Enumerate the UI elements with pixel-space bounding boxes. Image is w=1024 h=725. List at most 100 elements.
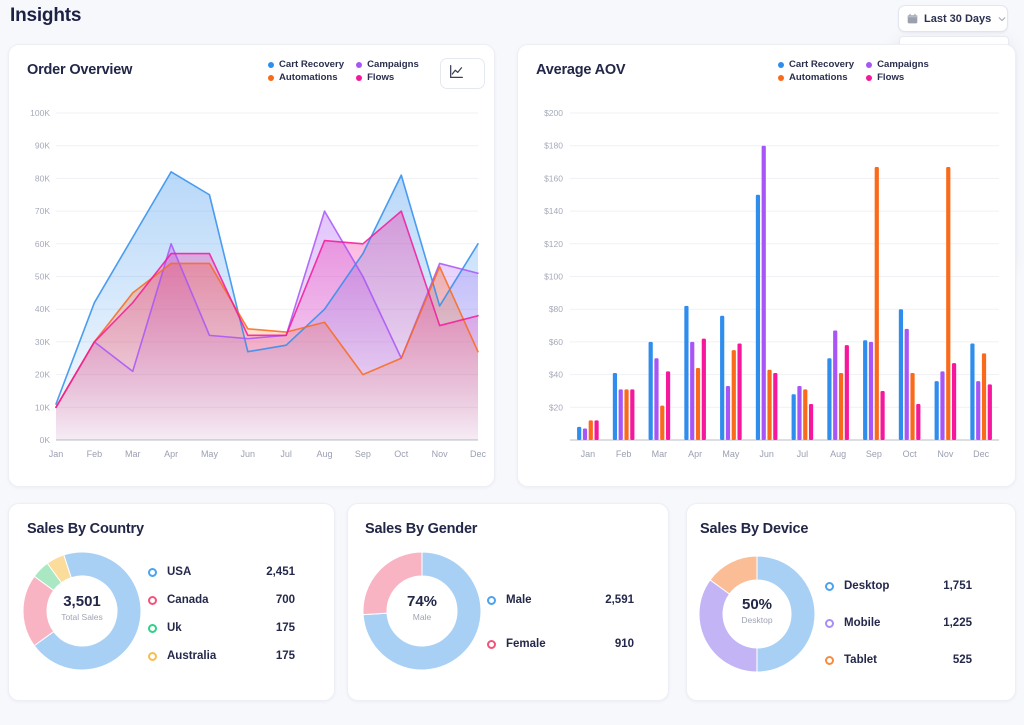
- country-value-usa: 2,451: [266, 566, 295, 578]
- order-overview-chart: 0K 10K 20K 30K 40K 50K 60K 70K 80K 90K 100K Jan Feb M…: [22, 105, 486, 470]
- average-aov-title: Average AOV: [536, 62, 626, 78]
- insights-page: Insights Last 30 Days Today Yesterday: [0, 0, 1024, 725]
- sales-by-gender-title: Sales By Gender: [365, 521, 478, 537]
- legend-item-campaigns-aov[interactable]: Campaigns: [866, 59, 929, 70]
- svg-text:May: May: [722, 449, 740, 459]
- svg-text:80K: 80K: [35, 173, 50, 183]
- device-center-value: 50%: [741, 596, 773, 613]
- legend-item-cart-recovery-aov[interactable]: Cart Recovery: [778, 59, 854, 70]
- device-value-tablet: 525: [952, 654, 972, 666]
- country-label-uk: Uk: [167, 622, 182, 634]
- svg-text:$160: $160: [544, 173, 563, 183]
- average-aov-chart: $20 $40 $60 $80 $100 $120 $140 $160 $180 $200 Jan F…: [530, 105, 1005, 470]
- sales-by-gender-donut: 74% Male: [362, 551, 482, 671]
- country-row-uk[interactable]: Uk 175: [148, 614, 295, 642]
- svg-text:$80: $80: [549, 304, 563, 314]
- sales-by-gender-legend: Male 2,591 Female 910: [487, 586, 634, 658]
- svg-text:20K: 20K: [35, 370, 50, 380]
- svg-text:Feb: Feb: [616, 449, 632, 459]
- device-center-label: Desktop: [741, 615, 773, 625]
- chevron-down-icon: [466, 65, 476, 83]
- svg-text:$180: $180: [544, 141, 563, 151]
- svg-text:30K: 30K: [35, 337, 50, 347]
- date-range-value: Last 30 Days: [924, 12, 992, 25]
- country-row-canada[interactable]: Canada 700: [148, 586, 295, 614]
- device-dot-tablet: [825, 655, 834, 665]
- svg-text:Jan: Jan: [581, 449, 596, 459]
- legend-label-campaigns: Campaigns: [367, 59, 419, 70]
- device-label-tablet: Tablet: [844, 654, 878, 666]
- legend-dot-campaigns: [356, 61, 363, 68]
- legend-item-cart-recovery[interactable]: Cart Recovery: [268, 59, 344, 70]
- legend-label-campaigns: Campaigns: [877, 59, 929, 70]
- svg-text:Aug: Aug: [317, 449, 333, 459]
- svg-text:Jun: Jun: [241, 449, 256, 459]
- legend-item-automations-aov[interactable]: Automations: [778, 72, 854, 83]
- legend-item-flows-aov[interactable]: Flows: [866, 72, 929, 83]
- sales-by-country-title: Sales By Country: [27, 521, 144, 537]
- country-row-usa[interactable]: USA 2,451: [148, 558, 295, 586]
- legend-label-cart-recovery: Cart Recovery: [279, 59, 345, 70]
- svg-text:Jul: Jul: [280, 449, 292, 459]
- country-value-canada: 700: [275, 594, 295, 606]
- device-row-desktop[interactable]: Desktop 1,751: [825, 572, 972, 600]
- device-row-tablet[interactable]: Tablet 525: [825, 646, 972, 674]
- svg-text:Sep: Sep: [355, 449, 371, 459]
- legend-item-automations[interactable]: Automations: [268, 72, 344, 83]
- legend-dot-campaigns: [866, 61, 873, 68]
- legend-label-automations: Automations: [789, 72, 848, 83]
- top-bar: Insights: [0, 0, 1024, 38]
- sales-by-device-title: Sales By Device: [700, 521, 809, 537]
- svg-text:40K: 40K: [35, 304, 50, 314]
- date-range-picker[interactable]: Last 30 Days Today Yesterday Last 7 Days…: [898, 5, 1009, 264]
- legend-item-campaigns[interactable]: Campaigns: [356, 59, 419, 70]
- gender-row-male[interactable]: Male 2,591: [487, 586, 634, 614]
- device-label-mobile: Mobile: [844, 617, 881, 629]
- svg-text:Feb: Feb: [87, 449, 103, 459]
- country-center-value: 3,501: [63, 593, 101, 610]
- device-dot-mobile: [825, 618, 834, 628]
- country-dot-uk: [148, 623, 157, 633]
- country-dot-usa: [148, 567, 157, 577]
- svg-text:Nov: Nov: [937, 449, 954, 459]
- gender-row-female[interactable]: Female 910: [487, 630, 634, 658]
- legend-dot-automations: [268, 74, 274, 81]
- country-row-australia[interactable]: Australia 175: [148, 642, 295, 670]
- gender-label-female: Female: [506, 638, 546, 650]
- legend-item-flows[interactable]: Flows: [356, 72, 419, 83]
- svg-text:Mar: Mar: [125, 449, 141, 459]
- country-value-uk: 175: [275, 622, 295, 634]
- svg-text:Jan: Jan: [49, 449, 64, 459]
- svg-text:Apr: Apr: [164, 449, 178, 459]
- country-dot-australia: [148, 651, 157, 661]
- legend-label-flows: Flows: [877, 72, 905, 83]
- legend-label-flows: Flows: [367, 72, 395, 83]
- gender-value-female: 910: [614, 638, 634, 650]
- device-row-mobile[interactable]: Mobile 1,225: [825, 609, 972, 637]
- svg-text:Nov: Nov: [432, 449, 449, 459]
- gender-label-male: Male: [506, 594, 532, 606]
- svg-text:$140: $140: [544, 206, 563, 216]
- device-value-mobile: 1,225: [943, 617, 972, 629]
- svg-text:Dec: Dec: [470, 449, 487, 459]
- country-label-australia: Australia: [167, 650, 217, 662]
- svg-text:Dec: Dec: [973, 449, 990, 459]
- svg-text:Oct: Oct: [394, 449, 409, 459]
- date-range-trigger[interactable]: Last 30 Days: [898, 5, 1008, 32]
- svg-text:10K: 10K: [35, 402, 50, 412]
- legend-dot-cart-recovery: [778, 61, 784, 68]
- gender-value-male: 2,591: [605, 594, 634, 606]
- gender-center-value: 74%: [406, 593, 438, 610]
- svg-text:$20: $20: [549, 402, 563, 412]
- chart-type-selector[interactable]: [440, 58, 485, 89]
- page-title: Insights: [10, 5, 82, 26]
- legend-dot-cart-recovery: [268, 61, 274, 68]
- svg-text:Jul: Jul: [797, 449, 809, 459]
- line-chart-icon: [449, 64, 464, 84]
- svg-text:70K: 70K: [35, 206, 50, 216]
- legend-dot-flows: [866, 74, 873, 81]
- gender-center-label: Male: [412, 612, 432, 622]
- svg-text:50K: 50K: [35, 272, 50, 282]
- sales-by-country-legend: USA 2,451 Canada 700 Uk 175 Australia 17…: [148, 558, 295, 670]
- svg-text:Jun: Jun: [759, 449, 774, 459]
